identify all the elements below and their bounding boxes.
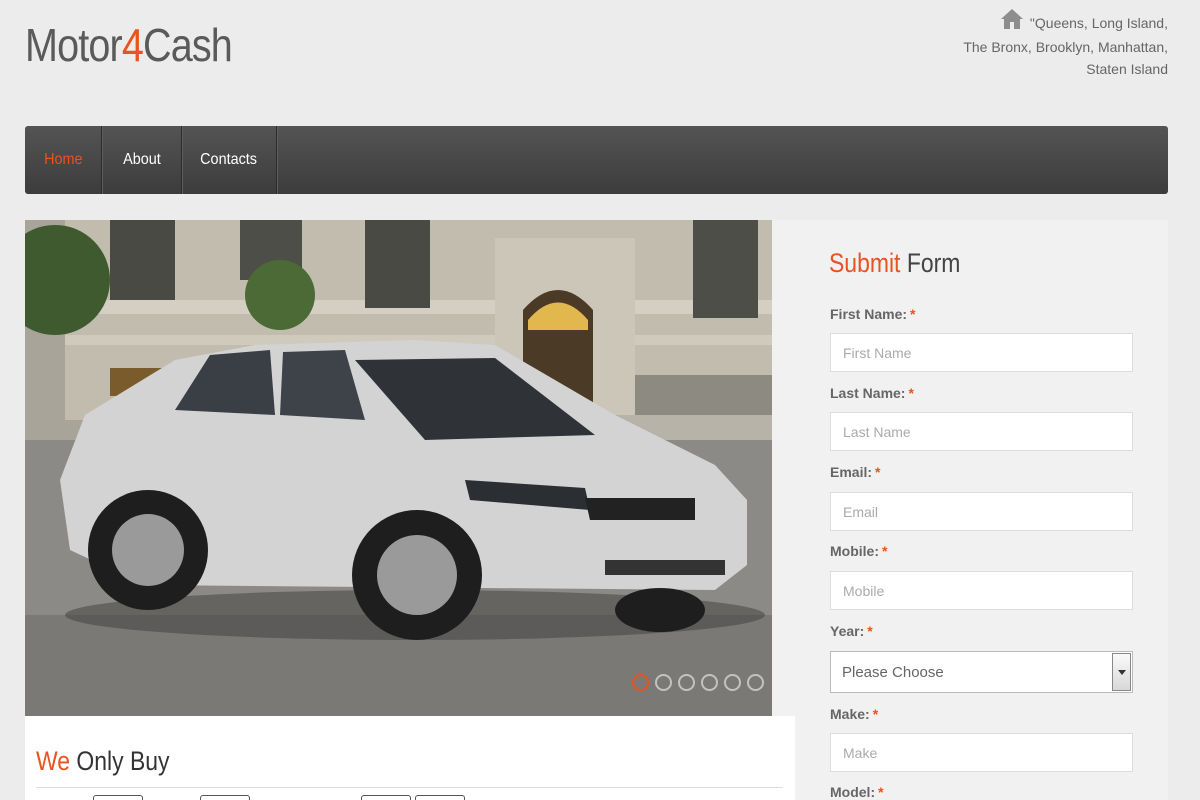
first-name-required: * — [910, 306, 916, 322]
mobile-required: * — [882, 543, 888, 559]
we-only-buy-section: We Only Buy — [25, 716, 795, 800]
category-tab-4[interactable] — [415, 795, 465, 800]
we-only-buy-accent: We — [36, 746, 71, 776]
service-locations: "Queens, Long Island, The Bronx, Brookly… — [938, 8, 1168, 80]
last-name-required: * — [908, 385, 914, 401]
year-selected-value: Please Choose — [842, 663, 944, 681]
chevron-down-icon — [1117, 669, 1126, 675]
slider-dot-3[interactable] — [678, 674, 695, 691]
make-label-text: Make: — [830, 706, 870, 722]
nav-item-home[interactable]: Home — [25, 126, 102, 194]
year-select[interactable]: Please Choose — [830, 651, 1133, 693]
slider-dot-4[interactable] — [701, 674, 718, 691]
locations-line-2: The Bronx, Brooklyn, Manhattan, — [963, 39, 1168, 55]
make-required: * — [872, 706, 879, 722]
email-label-text: Email: — [830, 464, 873, 480]
year-dropdown-button[interactable] — [1112, 653, 1131, 691]
locations-line-3: Staten Island — [1086, 61, 1168, 77]
nav-about-label: About — [122, 151, 161, 168]
first-name-field[interactable] — [830, 333, 1133, 372]
slider-dot-6[interactable] — [747, 674, 764, 691]
submit-form: Submit Form First Name:* Last Name:* Ema… — [772, 220, 1168, 800]
make-field[interactable] — [830, 733, 1133, 772]
mobile-field[interactable] — [830, 571, 1133, 610]
email-field[interactable] — [830, 492, 1133, 531]
logo-text-4: 4 — [121, 19, 144, 71]
form-title-rest: Form — [900, 248, 961, 278]
home-icon — [1000, 8, 1024, 36]
slider-dot-5[interactable] — [724, 674, 741, 691]
hero-slider[interactable] — [25, 220, 772, 716]
mobile-label-text: Mobile: — [830, 543, 879, 559]
last-name-field[interactable] — [830, 412, 1133, 451]
year-label: Year: * — [830, 623, 873, 639]
site-logo[interactable]: Motor4Cash — [25, 18, 233, 72]
we-only-buy-rest: Only Buy — [70, 746, 170, 776]
nav-item-contacts[interactable]: Contacts — [182, 126, 277, 194]
locations-line-1: "Queens, Long Island, — [1029, 15, 1168, 31]
slider-dot-2[interactable] — [655, 674, 672, 691]
hero-car-image — [25, 220, 772, 716]
logo-text-motor: Motor — [25, 19, 123, 71]
first-name-label-text: First Name: — [830, 306, 908, 322]
category-tab-2[interactable] — [200, 795, 250, 800]
nav-home-label: Home — [43, 151, 83, 168]
category-tab-3[interactable] — [361, 795, 411, 800]
model-label: Model: * — [830, 784, 884, 800]
category-tab-1[interactable] — [93, 795, 143, 800]
model-required: * — [878, 784, 884, 800]
section-divider — [36, 787, 783, 788]
make-label: Make: * — [830, 706, 878, 722]
year-required: * — [867, 623, 873, 639]
mobile-label: Mobile: * — [830, 543, 887, 559]
last-name-label-text: Last Name: — [830, 385, 906, 401]
email-required: * — [875, 464, 881, 480]
slider-dots — [632, 674, 764, 691]
logo-text-cash: Cash — [142, 19, 233, 71]
last-name-label: Last Name: * — [830, 385, 914, 401]
form-title: Submit Form — [829, 248, 960, 279]
we-only-buy-title: We Only Buy — [36, 746, 170, 777]
main-nav: Home About Contacts — [25, 126, 1168, 194]
model-label-text: Model: — [830, 784, 876, 800]
slider-dot-1[interactable] — [632, 674, 649, 691]
email-label: Email: * — [830, 464, 880, 480]
first-name-label: First Name: * — [830, 306, 915, 322]
nav-contacts-label: Contacts — [200, 151, 258, 168]
nav-item-about[interactable]: About — [102, 126, 182, 194]
year-label-text: Year: — [830, 623, 865, 639]
form-title-accent: Submit — [829, 248, 901, 278]
